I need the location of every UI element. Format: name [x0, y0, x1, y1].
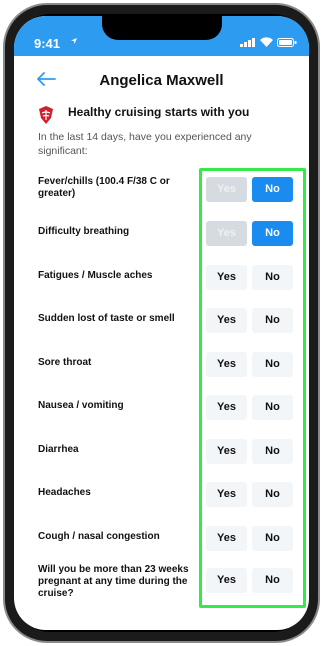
no-button[interactable]: No — [252, 221, 293, 246]
brand-logo-icon — [39, 106, 53, 124]
no-button[interactable]: No — [252, 526, 293, 551]
yes-button[interactable]: Yes — [206, 439, 247, 464]
yes-button[interactable]: Yes — [206, 482, 247, 507]
banner-heading: Healthy cruising starts with you — [68, 105, 250, 119]
question-label: Sudden lost of taste or smell — [38, 313, 175, 324]
question-label: Will you be more than 23 weeks pregnant … — [38, 564, 189, 599]
yes-button[interactable]: Yes — [206, 568, 247, 593]
status-bar: 9:41 — [14, 16, 309, 56]
app-screen: 9:41 Angelica Maxwell Healthy cruising s… — [14, 16, 309, 630]
question-label: Headaches — [38, 487, 91, 498]
question-label: Sore throat — [38, 357, 92, 368]
no-button[interactable]: No — [252, 439, 293, 464]
no-button[interactable]: No — [252, 568, 293, 593]
no-button[interactable]: No — [252, 482, 293, 507]
question-label: Difficulty breathing — [38, 226, 130, 237]
yes-button[interactable]: Yes — [206, 177, 247, 202]
question-label: Diarrhea — [38, 444, 79, 455]
no-button[interactable]: No — [252, 265, 293, 290]
no-button[interactable]: No — [252, 177, 293, 202]
signal-icon — [240, 38, 255, 47]
no-button[interactable]: No — [252, 308, 293, 333]
question-label: Fatigues / Muscle aches — [38, 270, 153, 281]
no-button[interactable]: No — [252, 395, 293, 420]
yes-button[interactable]: Yes — [206, 352, 247, 377]
yes-button[interactable]: Yes — [206, 395, 247, 420]
notch — [102, 16, 222, 40]
yes-button[interactable]: Yes — [206, 265, 247, 290]
question-label: Nausea / vomiting — [38, 400, 124, 411]
question-label: Fever/chills (100.4 F/38 C or greater) — [38, 176, 170, 199]
status-time: 9:41 — [34, 36, 61, 51]
yes-button[interactable]: Yes — [206, 526, 247, 551]
wifi-icon — [260, 37, 273, 47]
question-label: Cough / nasal congestion — [38, 531, 160, 542]
page-title: Angelica Maxwell — [99, 72, 224, 89]
intro-text: In the last 14 days, have you experience… — [38, 131, 252, 157]
battery-icon — [277, 38, 297, 47]
yes-button[interactable]: Yes — [206, 221, 247, 246]
no-button[interactable]: No — [252, 352, 293, 377]
yes-button[interactable]: Yes — [206, 308, 247, 333]
location-icon — [71, 38, 77, 44]
